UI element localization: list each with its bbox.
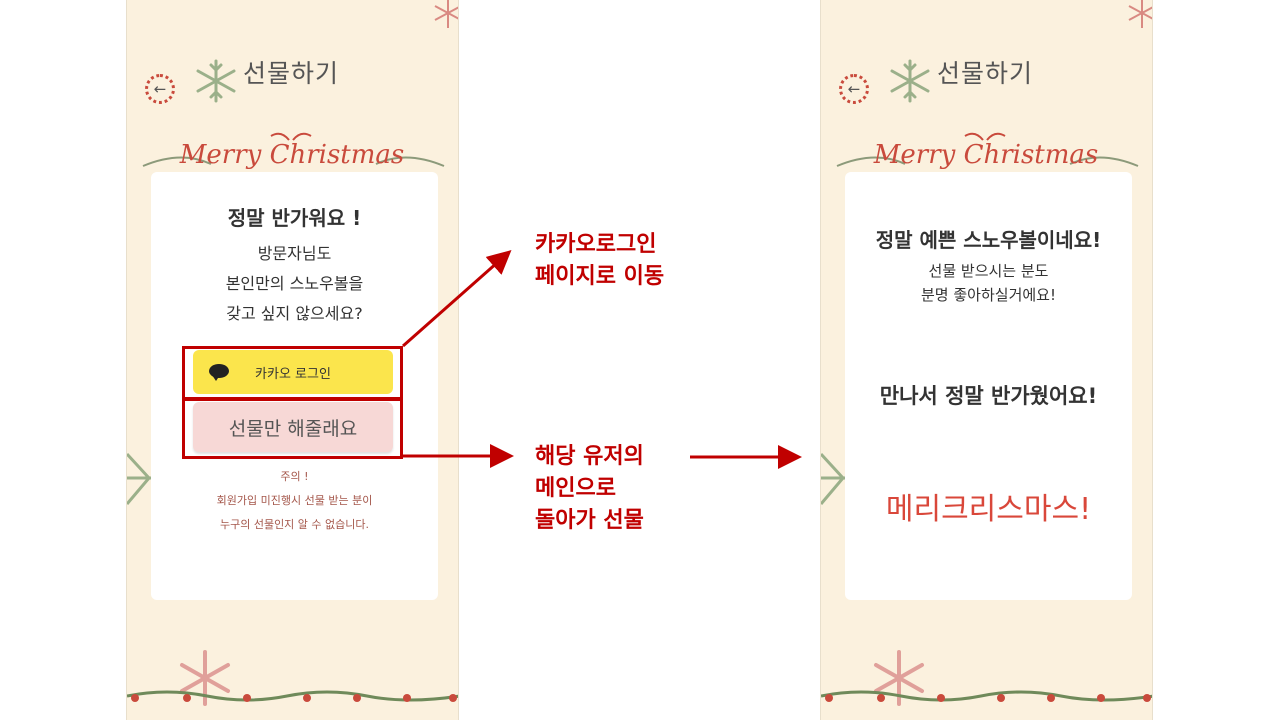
gift-annotation-line-3: 돌아가 선물 [535,508,644,533]
gift-annotation: 해당 유저의 메인으로 돌아가 선물 [535,441,644,537]
kakao-annotation: 카카오로그인 페이지로 이동 [535,229,664,293]
arrow-to-kakao-note [402,250,512,348]
gift-annotation-line-1: 해당 유저의 [535,444,644,469]
kakao-annotation-line-1: 카카오로그인 [535,232,657,257]
annotation-arrows [402,250,802,469]
gift-annotation-line-2: 메인으로 [535,476,616,501]
kakao-annotation-line-2: 페이지로 이동 [535,264,665,289]
